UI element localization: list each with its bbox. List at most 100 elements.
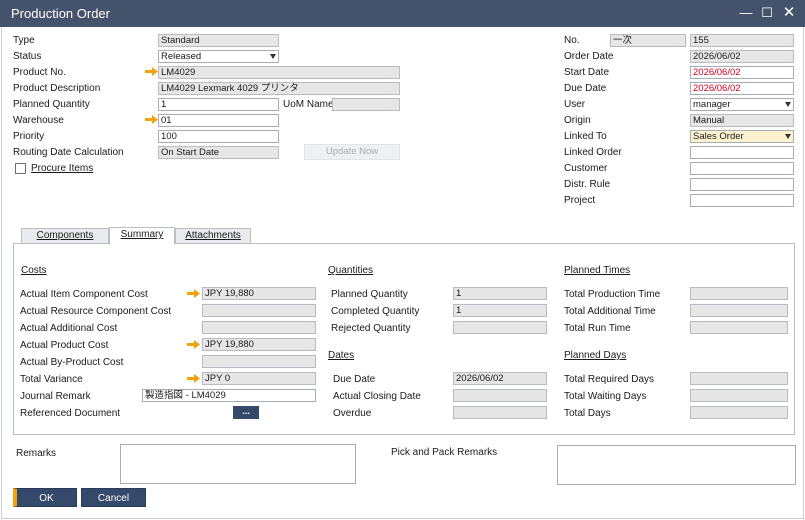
actual-item-component-cost-label: Actual Item Component Cost — [20, 289, 148, 300]
referenced-document-label: Referenced Document — [20, 408, 121, 419]
project-field[interactable] — [690, 194, 794, 207]
actual-byproduct-cost-field — [202, 355, 316, 368]
planned-quantity-label: Planned Quantity — [13, 99, 90, 110]
total-required-days-field — [690, 372, 788, 385]
summary-panel — [13, 243, 795, 435]
actual-resource-component-cost-label: Actual Resource Component Cost — [20, 306, 172, 317]
total-production-time-label: Total Production Time — [564, 289, 661, 300]
total-additional-time-label: Total Additional Time — [564, 306, 656, 317]
chevron-down-icon — [785, 102, 791, 107]
overdue-label: Overdue — [333, 408, 372, 419]
distr-rule-field[interactable] — [690, 178, 794, 191]
tab-attachments-label: Attachments — [185, 230, 241, 241]
window-titlebar: Production Order — ☐ ✕ — [0, 0, 805, 27]
customer-field[interactable] — [690, 162, 794, 175]
chevron-down-icon — [270, 54, 276, 59]
doc-number-field[interactable]: 155 — [690, 34, 794, 47]
total-waiting-days-label: Total Waiting Days — [564, 391, 647, 402]
total-variance-label: Total Variance — [20, 374, 83, 385]
status-label: Status — [13, 51, 42, 62]
link-arrow-icon[interactable] — [187, 289, 200, 298]
type-field: Standard — [158, 34, 279, 47]
costs-heading: Costs — [21, 265, 47, 276]
planned-quantity-field[interactable]: 1 — [158, 98, 279, 111]
referenced-document-button[interactable]: ... — [233, 406, 259, 419]
user-dropdown[interactable]: manager — [690, 98, 794, 111]
journal-remark-label: Journal Remark — [20, 391, 91, 402]
actual-additional-cost-field — [202, 321, 316, 334]
status-dropdown[interactable]: Released — [158, 50, 279, 63]
actual-resource-component-cost-field — [202, 304, 316, 317]
status-value: Released — [161, 51, 202, 62]
summary-planned-quantity-label: Planned Quantity — [331, 289, 408, 300]
remarks-textarea[interactable] — [120, 444, 356, 484]
summary-due-date-field: 2026/06/02 — [453, 372, 547, 385]
total-waiting-days-field — [690, 389, 788, 402]
link-arrow-icon[interactable] — [145, 115, 158, 124]
routing-date-calc-field[interactable]: On Start Date — [158, 146, 279, 159]
tab-components[interactable]: Components — [21, 228, 109, 244]
warehouse-field[interactable]: 01 — [158, 114, 279, 127]
cancel-button[interactable]: Cancel — [81, 488, 146, 507]
product-description-field[interactable]: LM4029 Lexmark 4029 プリンタ — [158, 82, 400, 95]
no-label: No. — [564, 35, 580, 46]
production-order-form: Type Standard Status Released Product No… — [1, 27, 804, 519]
summary-due-date-label: Due Date — [333, 374, 376, 385]
total-run-time-label: Total Run Time — [564, 323, 631, 334]
actual-additional-cost-label: Actual Additional Cost — [20, 323, 118, 334]
order-date-label: Order Date — [564, 51, 614, 62]
actual-product-cost-label: Actual Product Cost — [20, 340, 109, 351]
linked-to-dropdown[interactable]: Sales Order — [690, 130, 794, 143]
tab-summary[interactable]: Summary — [109, 227, 175, 245]
link-arrow-icon[interactable] — [187, 340, 200, 349]
start-date-field[interactable]: 2026/06/02 — [690, 66, 794, 79]
procure-items-checkbox[interactable] — [15, 163, 26, 174]
routing-date-calc-label: Routing Date Calculation — [13, 147, 124, 158]
total-days-label: Total Days — [564, 408, 611, 419]
completed-quantity-field: 1 — [453, 304, 547, 317]
update-now-button[interactable]: Update Now — [304, 144, 400, 160]
dates-heading: Dates — [328, 350, 355, 361]
minimize-icon[interactable]: — — [736, 3, 756, 23]
tab-summary-label: Summary — [120, 229, 164, 240]
actual-byproduct-cost-label: Actual By-Product Cost — [20, 357, 124, 368]
total-required-days-label: Total Required Days — [564, 374, 655, 385]
planned-days-heading: Planned Days — [564, 350, 627, 361]
distr-rule-label: Distr. Rule — [564, 179, 611, 190]
actual-closing-date-label: Actual Closing Date — [333, 391, 421, 402]
rejected-quantity-field — [453, 321, 547, 334]
linked-order-field[interactable] — [690, 146, 794, 159]
link-arrow-icon[interactable] — [145, 67, 158, 76]
type-label: Type — [13, 35, 35, 46]
tab-components-label: Components — [36, 230, 94, 241]
linked-to-value: Sales Order — [693, 131, 744, 142]
total-additional-time-field — [690, 304, 788, 317]
priority-label: Priority — [13, 131, 45, 142]
linked-order-label: Linked Order — [564, 147, 622, 158]
remarks-label: Remarks — [16, 448, 57, 459]
pick-pack-remarks-textarea[interactable] — [557, 445, 796, 485]
chevron-down-icon — [785, 134, 791, 139]
ok-button[interactable]: OK — [13, 488, 77, 507]
actual-item-component-cost-field: JPY 19,880 — [202, 287, 316, 300]
total-production-time-field — [690, 287, 788, 300]
journal-remark-field[interactable]: 製造指図 - LM4029 — [142, 389, 316, 402]
customer-label: Customer — [564, 163, 608, 174]
pick-pack-remarks-label: Pick and Pack Remarks — [391, 447, 498, 458]
tab-attachments[interactable]: Attachments — [175, 228, 251, 244]
warehouse-label: Warehouse — [13, 115, 64, 126]
total-days-field — [690, 406, 788, 419]
link-arrow-icon[interactable] — [187, 374, 200, 383]
origin-label: Origin — [564, 115, 591, 126]
product-no-field[interactable]: LM4029 — [158, 66, 400, 79]
total-run-time-field — [690, 321, 788, 334]
close-icon[interactable]: ✕ — [779, 3, 799, 23]
origin-field: Manual — [690, 114, 794, 127]
maximize-icon[interactable]: ☐ — [757, 3, 777, 23]
due-date-field[interactable]: 2026/06/02 — [690, 82, 794, 95]
uom-name-label: UoM Name — [283, 99, 334, 110]
series-field[interactable]: 一次 — [610, 34, 686, 47]
summary-planned-quantity-field: 1 — [453, 287, 547, 300]
start-date-label: Start Date — [564, 67, 610, 78]
priority-field[interactable]: 100 — [158, 130, 279, 143]
